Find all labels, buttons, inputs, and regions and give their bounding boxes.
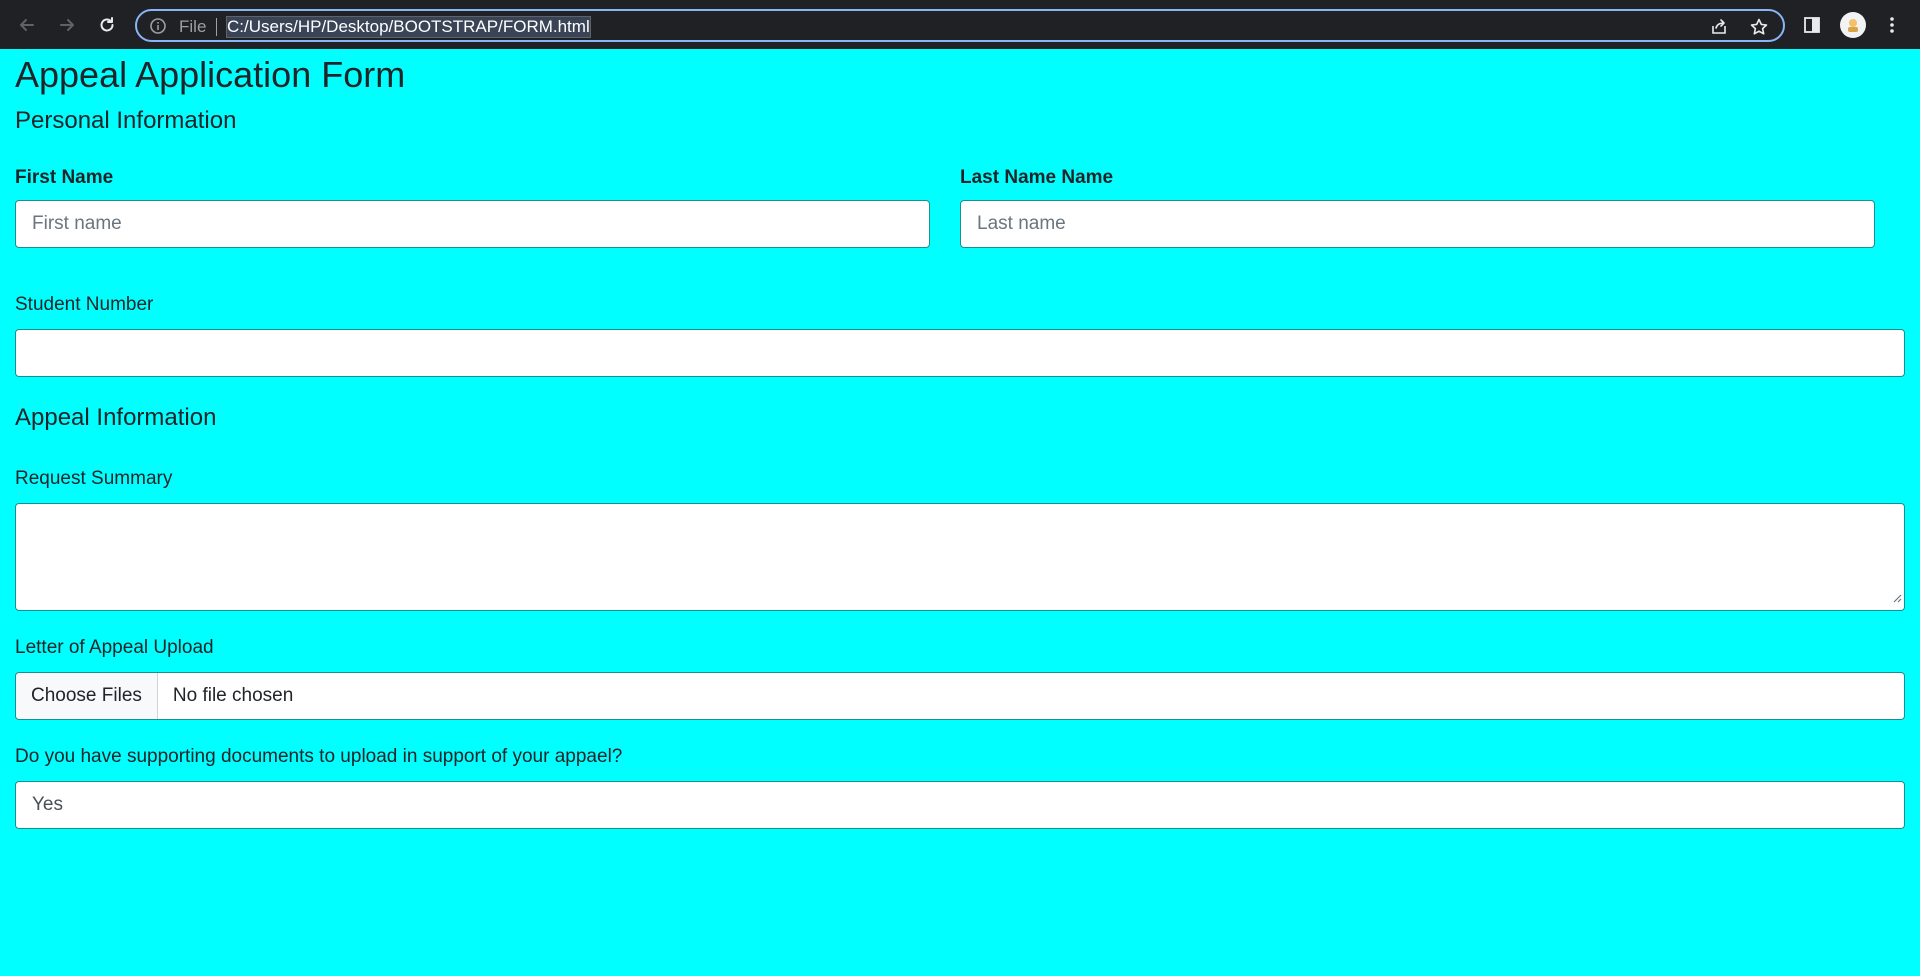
first-name-label: First Name xyxy=(15,167,114,188)
request-summary-wrapper xyxy=(15,503,1905,611)
last-name-input[interactable] xyxy=(960,200,1875,248)
bookmark-star-icon[interactable] xyxy=(1749,17,1769,42)
scheme-label: File xyxy=(179,17,207,36)
url-text[interactable]: C:/Users/HP/Desktop/BOOTSTRAP/FORM.html xyxy=(226,16,591,38)
address-bar[interactable]: File C:/Users/HP/Desktop/BOOTSTRAP/FORM.… xyxy=(135,9,1785,42)
browser-toolbar: File C:/Users/HP/Desktop/BOOTSTRAP/FORM.… xyxy=(0,0,1920,49)
student-number-input[interactable] xyxy=(15,329,1905,377)
supporting-docs-selected-value: Yes xyxy=(32,794,63,815)
omnibox-divider xyxy=(216,18,217,36)
first-name-input[interactable] xyxy=(15,200,930,248)
request-summary-label: Request Summary xyxy=(15,468,173,489)
supporting-docs-select[interactable]: Yes xyxy=(15,781,1905,829)
side-panel-icon[interactable] xyxy=(1796,9,1828,41)
request-summary-textarea[interactable] xyxy=(15,503,1905,611)
student-number-label: Student Number xyxy=(15,294,154,315)
back-arrow-icon[interactable] xyxy=(11,9,43,41)
profile-avatar-icon[interactable] xyxy=(1840,12,1866,38)
section-heading-appeal: Appeal Information xyxy=(15,404,217,431)
last-name-label: Last Name Name xyxy=(960,167,1114,188)
info-icon[interactable] xyxy=(149,17,167,40)
choose-files-button[interactable]: Choose Files xyxy=(16,673,158,719)
reload-icon[interactable] xyxy=(91,9,123,41)
forward-arrow-icon[interactable] xyxy=(51,9,83,41)
share-icon[interactable] xyxy=(1709,17,1729,42)
letter-upload-label: Letter of Appeal Upload xyxy=(15,637,214,658)
section-heading-personal: Personal Information xyxy=(15,107,237,134)
resize-grip-icon[interactable] xyxy=(1892,590,1902,608)
file-status-text: No file chosen xyxy=(172,685,294,706)
page-title: Appeal Application Form xyxy=(15,54,406,95)
supporting-docs-label: Do you have supporting documents to uplo… xyxy=(15,746,623,767)
menu-dots-icon[interactable] xyxy=(1876,9,1908,41)
letter-upload-file-input[interactable]: Choose Files No file chosen xyxy=(15,672,1905,720)
